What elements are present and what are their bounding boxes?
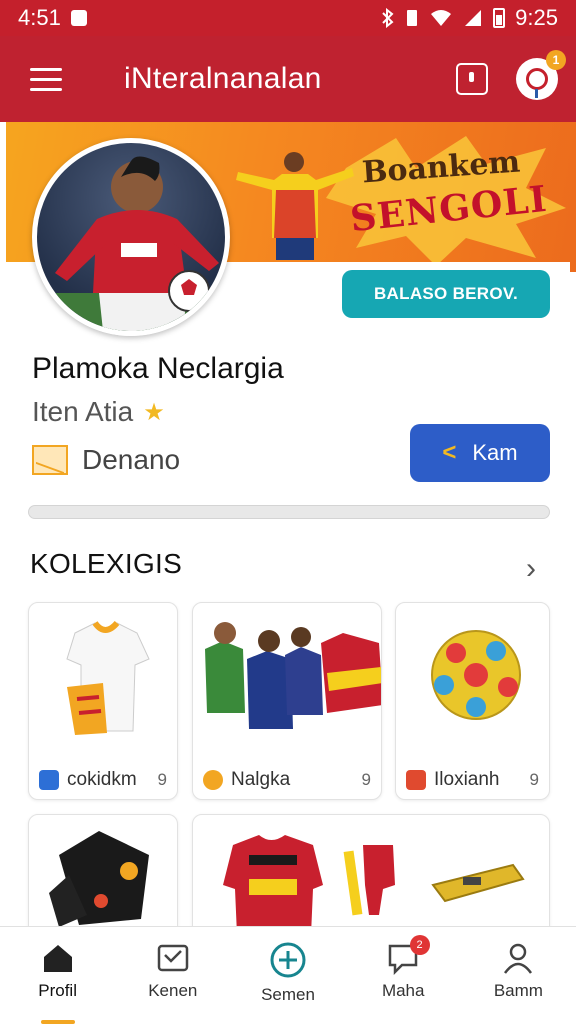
banner-player-figure xyxy=(236,152,354,260)
profile-name: Plamoka Neclargia xyxy=(32,352,284,385)
item-type-icon xyxy=(203,770,223,790)
nav-label: Semen xyxy=(261,985,315,1004)
profile-location-row: Denano xyxy=(32,444,180,476)
collection-item-label: cokidkm xyxy=(67,769,137,790)
jersey-scarf-image xyxy=(66,620,150,735)
collection-item-count: 9 xyxy=(529,770,539,789)
nav-item-kenen[interactable]: Kenen xyxy=(115,927,230,1024)
ball-image xyxy=(431,630,521,720)
image-card-icon xyxy=(157,944,189,972)
nav-label: Profil xyxy=(38,981,77,1000)
nav-item-bamm[interactable]: Bamm xyxy=(461,927,576,1024)
profile-subtitle-row: Iten Atia ★ xyxy=(32,396,165,428)
nav-label: Maha xyxy=(381,981,425,1000)
share-button-label: Kam xyxy=(472,440,518,465)
app-bar-actions: 1 xyxy=(456,50,566,100)
home-icon xyxy=(43,945,72,972)
app-screen: 4:51 9:25 iNteralnanalan 1 Boankem SENGO… xyxy=(0,0,576,1024)
status-icons: 9:25 xyxy=(381,5,558,31)
bottom-navigation: Profil Kenen Semen 2 Maha Bamm xyxy=(0,926,576,1024)
collection-tile-3[interactable]: Iloxianh 9 xyxy=(395,602,550,800)
team-kits-image xyxy=(205,622,381,729)
item-type-icon xyxy=(39,770,59,790)
share-icon: < xyxy=(442,439,457,466)
nav-item-maha[interactable]: 2 Maha xyxy=(346,927,461,1024)
collection-item-label: Nalgka xyxy=(231,769,291,790)
nav-item-semen[interactable]: Semen xyxy=(230,927,345,1024)
signal-icon xyxy=(465,10,482,26)
kit-accessories-image xyxy=(223,835,525,935)
vibrate-icon xyxy=(407,10,418,26)
jacket-image xyxy=(49,831,149,927)
wifi-icon xyxy=(431,10,452,26)
profile-subtitle: Iten Atia xyxy=(32,396,134,427)
share-button[interactable]: < Kam xyxy=(410,424,550,482)
collection-item-label: Iloxianh xyxy=(434,769,500,790)
nav-notification-badge: 2 xyxy=(409,935,430,955)
active-indicator xyxy=(40,1020,75,1024)
notification-app-icon xyxy=(70,10,87,26)
player-photo-illustration xyxy=(37,156,225,331)
profile-progress-bar xyxy=(28,505,550,519)
profile-location: Denano xyxy=(82,444,181,475)
collection-item-caption: Iloxianh 9 xyxy=(406,769,539,791)
battery-icon xyxy=(493,8,506,28)
menu-icon[interactable] xyxy=(14,47,78,111)
status-time-right: 9:25 xyxy=(515,5,558,30)
collection-tile-4[interactable] xyxy=(28,814,178,944)
collection-item-caption: cokidkm 9 xyxy=(39,769,167,791)
app-bar: iNteralnanalan 1 xyxy=(0,36,576,122)
app-title: iNteralnanalan xyxy=(124,62,322,95)
collection-tile-1[interactable]: cokidkm 9 xyxy=(28,602,178,800)
user-avatar-button[interactable]: 1 xyxy=(516,50,566,100)
add-circle-icon xyxy=(270,942,306,978)
profile-photo[interactable] xyxy=(32,138,230,336)
bluetooth-icon xyxy=(382,8,394,28)
nav-item-profil[interactable]: Profil xyxy=(0,927,115,1024)
notification-badge: 1 xyxy=(546,50,566,70)
status-bar: 4:51 9:25 xyxy=(0,0,576,36)
collection-tile-5[interactable] xyxy=(192,814,550,944)
chevron-right-icon[interactable]: › xyxy=(526,552,536,586)
nav-label: Kenen xyxy=(148,981,198,1000)
nav-label: Bamm xyxy=(493,981,543,1000)
collection-item-count: 9 xyxy=(361,770,371,789)
status-time-left: 4:51 xyxy=(18,5,61,30)
envelope-icon xyxy=(32,445,68,475)
star-icon: ★ xyxy=(143,398,165,426)
lock-icon[interactable] xyxy=(456,63,488,95)
item-type-icon xyxy=(406,770,426,790)
collection-tile-2[interactable]: Nalgka 9 xyxy=(192,602,382,800)
collection-item-caption: Nalgka 9 xyxy=(203,769,371,791)
collection-item-count: 9 xyxy=(157,770,167,789)
collection-title: KOLEXIGIS xyxy=(30,548,183,579)
pin-icon xyxy=(526,68,548,98)
follow-button[interactable]: BALASO BEROV. xyxy=(342,270,550,318)
person-icon xyxy=(504,943,533,974)
